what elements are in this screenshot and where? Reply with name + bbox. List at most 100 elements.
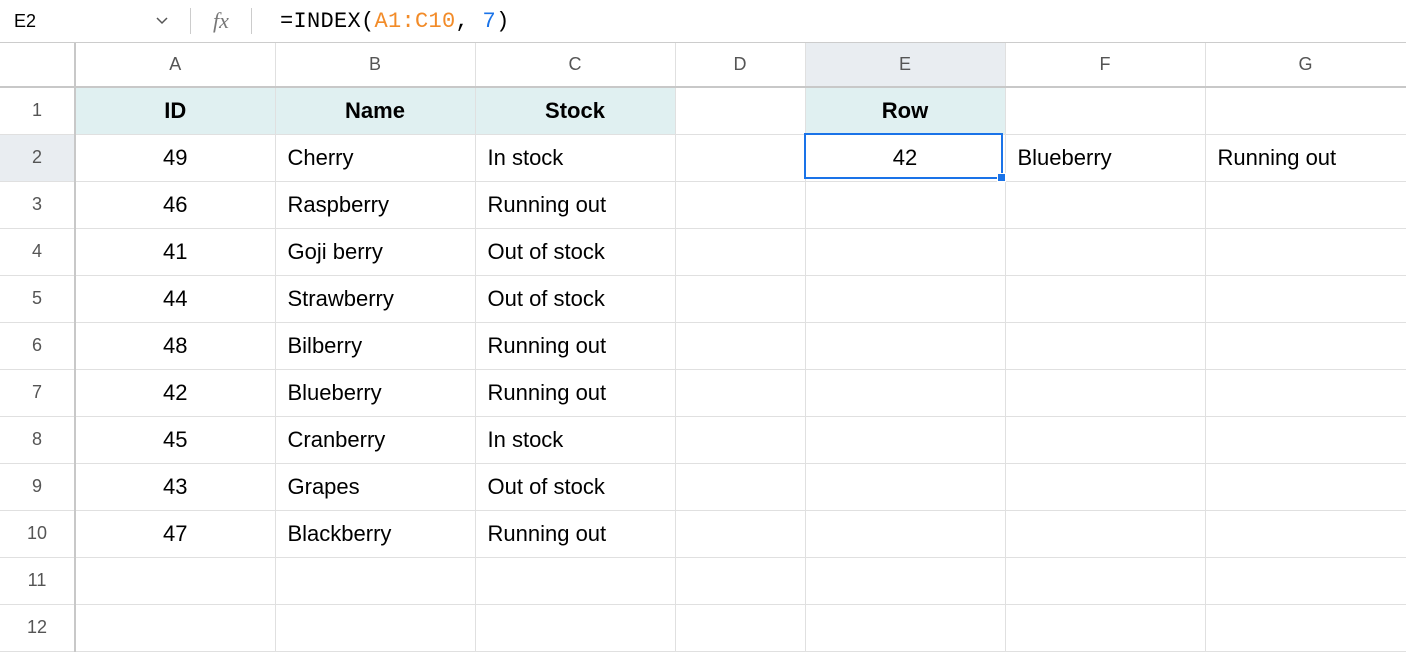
row-header[interactable]: 5 <box>0 275 75 322</box>
cell-A2[interactable]: 49 <box>75 134 275 181</box>
cell-F12[interactable] <box>1005 604 1205 651</box>
fx-icon[interactable]: fx <box>191 8 251 34</box>
cell-B6[interactable]: Bilberry <box>275 322 475 369</box>
cell-B10[interactable]: Blackberry <box>275 510 475 557</box>
cell-G8[interactable] <box>1205 416 1406 463</box>
cell-B1[interactable]: Name <box>275 87 475 134</box>
cell-F2[interactable]: Blueberry <box>1005 134 1205 181</box>
cell-C3[interactable]: Running out <box>475 181 675 228</box>
cell-B4[interactable]: Goji berry <box>275 228 475 275</box>
cell-C7[interactable]: Running out <box>475 369 675 416</box>
cell-D9[interactable] <box>675 463 805 510</box>
cell-G1[interactable] <box>1205 87 1406 134</box>
col-header-F[interactable]: F <box>1005 43 1205 87</box>
cell-C6[interactable]: Running out <box>475 322 675 369</box>
cell-A6[interactable]: 48 <box>75 322 275 369</box>
cell-F8[interactable] <box>1005 416 1205 463</box>
cell-A7[interactable]: 42 <box>75 369 275 416</box>
cell-A1[interactable]: ID <box>75 87 275 134</box>
cell-A4[interactable]: 41 <box>75 228 275 275</box>
col-header-C[interactable]: C <box>475 43 675 87</box>
cell-D5[interactable] <box>675 275 805 322</box>
cell-F3[interactable] <box>1005 181 1205 228</box>
cell-D1[interactable] <box>675 87 805 134</box>
cell-A3[interactable]: 46 <box>75 181 275 228</box>
cell-E7[interactable] <box>805 369 1005 416</box>
cell-C12[interactable] <box>475 604 675 651</box>
cell-C11[interactable] <box>475 557 675 604</box>
row-header[interactable]: 6 <box>0 322 75 369</box>
cell-D2[interactable] <box>675 134 805 181</box>
col-header-D[interactable]: D <box>675 43 805 87</box>
cell-B5[interactable]: Strawberry <box>275 275 475 322</box>
cell-G11[interactable] <box>1205 557 1406 604</box>
cell-D6[interactable] <box>675 322 805 369</box>
cell-E1[interactable]: Row <box>805 87 1005 134</box>
cell-B8[interactable]: Cranberry <box>275 416 475 463</box>
cell-C4[interactable]: Out of stock <box>475 228 675 275</box>
cell-A12[interactable] <box>75 604 275 651</box>
cell-C2[interactable]: In stock <box>475 134 675 181</box>
cell-F6[interactable] <box>1005 322 1205 369</box>
cell-D3[interactable] <box>675 181 805 228</box>
cell-C10[interactable]: Running out <box>475 510 675 557</box>
row-header[interactable]: 3 <box>0 181 75 228</box>
cell-F5[interactable] <box>1005 275 1205 322</box>
cell-G12[interactable] <box>1205 604 1406 651</box>
cell-E3[interactable] <box>805 181 1005 228</box>
cell-G2[interactable]: Running out <box>1205 134 1406 181</box>
cell-E2[interactable]: 42 <box>805 134 1005 181</box>
cell-A11[interactable] <box>75 557 275 604</box>
cell-G7[interactable] <box>1205 369 1406 416</box>
cell-G5[interactable] <box>1205 275 1406 322</box>
cell-E10[interactable] <box>805 510 1005 557</box>
cell-D7[interactable] <box>675 369 805 416</box>
name-box[interactable]: E2 <box>0 11 85 32</box>
cell-C9[interactable]: Out of stock <box>475 463 675 510</box>
cell-B3[interactable]: Raspberry <box>275 181 475 228</box>
row-header[interactable]: 11 <box>0 557 75 604</box>
cell-G3[interactable] <box>1205 181 1406 228</box>
cell-D11[interactable] <box>675 557 805 604</box>
cell-E8[interactable] <box>805 416 1005 463</box>
cell-A9[interactable]: 43 <box>75 463 275 510</box>
cell-F4[interactable] <box>1005 228 1205 275</box>
spreadsheet-grid[interactable]: A B C D E F G 1 ID Name Stock Row <box>0 43 1406 652</box>
cell-D10[interactable] <box>675 510 805 557</box>
row-header[interactable]: 12 <box>0 604 75 651</box>
cell-A8[interactable]: 45 <box>75 416 275 463</box>
cell-C8[interactable]: In stock <box>475 416 675 463</box>
cell-E6[interactable] <box>805 322 1005 369</box>
cell-G9[interactable] <box>1205 463 1406 510</box>
cell-G6[interactable] <box>1205 322 1406 369</box>
row-header[interactable]: 2 <box>0 134 75 181</box>
cell-B7[interactable]: Blueberry <box>275 369 475 416</box>
cell-F7[interactable] <box>1005 369 1205 416</box>
cell-F10[interactable] <box>1005 510 1205 557</box>
cell-E4[interactable] <box>805 228 1005 275</box>
row-header[interactable]: 9 <box>0 463 75 510</box>
cell-E11[interactable] <box>805 557 1005 604</box>
cell-B11[interactable] <box>275 557 475 604</box>
cell-C1[interactable]: Stock <box>475 87 675 134</box>
cell-A5[interactable]: 44 <box>75 275 275 322</box>
cell-A10[interactable]: 47 <box>75 510 275 557</box>
cell-B9[interactable]: Grapes <box>275 463 475 510</box>
formula-input[interactable]: =INDEX(A1:C10, 7) <box>252 9 1406 34</box>
name-box-dropdown[interactable] <box>85 17 190 25</box>
row-header[interactable]: 10 <box>0 510 75 557</box>
cell-C5[interactable]: Out of stock <box>475 275 675 322</box>
cell-D4[interactable] <box>675 228 805 275</box>
cell-F11[interactable] <box>1005 557 1205 604</box>
cell-E5[interactable] <box>805 275 1005 322</box>
cell-G4[interactable] <box>1205 228 1406 275</box>
cell-D12[interactable] <box>675 604 805 651</box>
row-header[interactable]: 4 <box>0 228 75 275</box>
row-header[interactable]: 8 <box>0 416 75 463</box>
select-all-corner[interactable] <box>0 43 75 87</box>
row-header[interactable]: 1 <box>0 87 75 134</box>
cell-B12[interactable] <box>275 604 475 651</box>
cell-E12[interactable] <box>805 604 1005 651</box>
row-header[interactable]: 7 <box>0 369 75 416</box>
cell-D8[interactable] <box>675 416 805 463</box>
